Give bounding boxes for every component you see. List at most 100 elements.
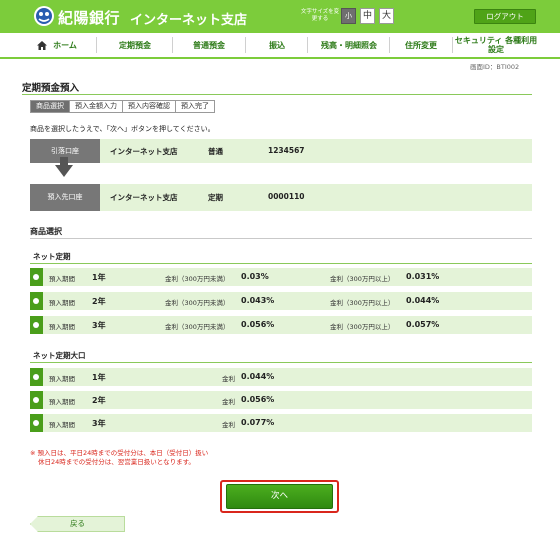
nav-divider	[172, 37, 173, 53]
nav-item-ordinary-deposit[interactable]: 普通預金	[174, 33, 244, 57]
rate-label: 金利（300万円未満）	[165, 299, 230, 307]
term-label: 預入期間	[49, 323, 75, 331]
rate-value: 0.044%	[241, 372, 275, 381]
header-bar: 紀陽銀行 インターネット支店 文字サイズを変更する 小 中 大 ログアウト	[0, 0, 560, 33]
step-item: 預入内容確認	[123, 100, 176, 113]
font-size-small-button[interactable]: 小	[341, 8, 356, 24]
note-line: ※ 預入日は、平日24時までの受付分は、本日（受付日）扱い	[30, 449, 209, 457]
nav-item-home[interactable]: ホーム	[22, 33, 92, 57]
title-divider	[22, 94, 532, 95]
term-value: 1年	[92, 373, 106, 382]
deposit-number: 0000110	[268, 192, 305, 201]
instruction-text: 商品を選択したうえで、「次へ」ボタンを押してください。	[30, 125, 215, 133]
radio-button[interactable]	[30, 268, 43, 286]
term-label: 預入期間	[49, 421, 75, 429]
rate-label: 金利	[222, 375, 235, 383]
radio-button[interactable]	[30, 292, 43, 310]
term-value: 2年	[92, 396, 106, 405]
rate-value: 0.031%	[406, 272, 440, 281]
term-label: 預入期間	[49, 375, 75, 383]
nav-divider	[245, 37, 246, 53]
rate-value: 0.043%	[241, 296, 275, 305]
note-line: 休日24時までの受付分は、翌営業日扱いとなります。	[38, 458, 195, 466]
radio-dot-icon	[33, 322, 39, 328]
rate-value: 0.056%	[241, 320, 275, 329]
subsection-divider	[30, 263, 532, 264]
subsection-divider	[30, 362, 532, 363]
term-value: 3年	[92, 419, 106, 428]
product-row[interactable]: 預入期間 3年 金利（300万円未満） 0.056% 金利（300万円以上） 0…	[30, 316, 532, 334]
radio-button[interactable]	[30, 368, 43, 386]
radio-dot-icon	[33, 397, 39, 403]
deposit-account-label: 預入先口座	[30, 184, 100, 211]
font-size-medium-button[interactable]: 中	[360, 8, 375, 24]
radio-button[interactable]	[30, 391, 43, 409]
rate-value: 0.044%	[406, 296, 440, 305]
nav-divider	[307, 37, 308, 53]
bank-name: 紀陽銀行	[58, 9, 121, 27]
product-section-title: 商品選択	[30, 227, 62, 236]
radio-button[interactable]	[30, 316, 43, 334]
radio-button[interactable]	[30, 414, 43, 432]
font-size-large-button[interactable]: 大	[379, 8, 394, 24]
nav-item-security-settings[interactable]: セキュリティ 各種利用設定	[454, 33, 538, 57]
deposit-date-note: ※ 預入日は、平日24時までの受付分は、本日（受付日）扱い 休日24時までの受付…	[30, 449, 208, 467]
radio-dot-icon	[33, 298, 39, 304]
nav-label-home: ホーム	[53, 40, 77, 50]
deposit-type: 定期	[208, 193, 223, 202]
product-row[interactable]: 預入期間 2年 金利（300万円未満） 0.043% 金利（300万円以上） 0…	[30, 292, 532, 310]
nav-item-address-change[interactable]: 住所変更	[391, 33, 451, 57]
withdraw-type: 普通	[208, 147, 223, 156]
deposit-account-row: 預入先口座 インターネット支店 定期 0000110	[30, 184, 532, 211]
home-icon	[37, 40, 48, 50]
term-label: 預入期間	[49, 275, 75, 283]
nav-item-time-deposit[interactable]: 定期預金	[100, 33, 170, 57]
rate-value: 0.056%	[241, 395, 275, 404]
term-label: 預入期間	[49, 299, 75, 307]
next-button[interactable]: 次へ	[226, 484, 333, 509]
screen-id: 画面ID：BTI002	[470, 63, 520, 71]
radio-dot-icon	[33, 274, 39, 280]
down-arrow-icon	[55, 165, 73, 177]
font-size-label: 文字サイズを変更する	[300, 9, 340, 22]
rate-value: 0.077%	[241, 418, 275, 427]
product-row[interactable]: 預入期間 1年 金利（300万円未満） 0.03% 金利（300万円以上） 0.…	[30, 268, 532, 286]
rate-label: 金利（300万円以上）	[330, 275, 395, 283]
rate-value: 0.057%	[406, 320, 440, 329]
section-divider	[30, 238, 532, 239]
radio-dot-icon	[33, 420, 39, 426]
term-label: 預入期間	[49, 398, 75, 406]
rate-value: 0.03%	[241, 272, 269, 281]
nav-item-transfer[interactable]: 振込	[247, 33, 307, 57]
rate-label: 金利（300万円未満）	[165, 275, 230, 283]
withdraw-account-row: 引落口座 インターネット支店 普通 1234567	[30, 139, 532, 163]
step-current: 商品選択	[30, 100, 70, 113]
term-value: 2年	[92, 297, 106, 306]
rate-label: 金利（300万円以上）	[330, 299, 395, 307]
nav-divider	[452, 37, 453, 53]
step-item: 預入金額入力	[70, 100, 123, 113]
nav-divider	[389, 37, 390, 53]
nav-item-balance-inquiry[interactable]: 残高・明細照会	[309, 33, 389, 57]
step-indicator: 商品選択 預入金額入力 預入内容確認 預入完了	[30, 100, 215, 113]
bank-logo-icon	[34, 6, 54, 26]
deposit-branch: インターネット支店	[110, 193, 178, 202]
term-value: 3年	[92, 321, 106, 330]
rate-label: 金利（300万円未満）	[165, 323, 230, 331]
branch-name: インターネット支店	[130, 13, 248, 28]
withdraw-branch: インターネット支店	[110, 147, 178, 156]
back-button[interactable]: 戻る	[30, 516, 125, 532]
product-row[interactable]: 預入期間 1年 金利 0.044%	[30, 368, 532, 386]
product-row[interactable]: 預入期間 3年 金利 0.077%	[30, 414, 532, 432]
step-item: 預入完了	[176, 100, 215, 113]
net-teiki-title: ネット定期	[33, 252, 71, 261]
term-value: 1年	[92, 273, 106, 282]
nav-divider	[96, 37, 97, 53]
product-row[interactable]: 預入期間 2年 金利 0.056%	[30, 391, 532, 409]
rate-label: 金利（300万円以上）	[330, 323, 395, 331]
withdraw-number: 1234567	[268, 146, 305, 155]
logout-button[interactable]: ログアウト	[474, 9, 536, 24]
main-nav: ホーム 定期預金 普通預金 振込 残高・明細照会 住所変更 セキュリティ 各種利…	[0, 33, 560, 59]
rate-label: 金利	[222, 398, 235, 406]
rate-label: 金利	[222, 421, 235, 429]
